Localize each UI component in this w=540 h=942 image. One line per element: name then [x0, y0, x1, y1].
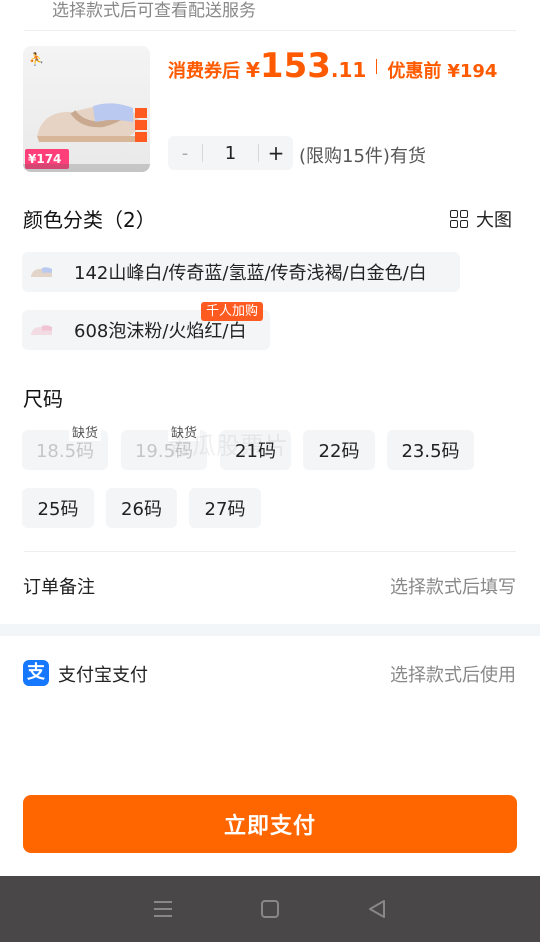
order-note-label: 订单备注 [23, 577, 95, 598]
sandal-image [37, 103, 139, 142]
color-option-label: 142山峰白/传奇蓝/氢蓝/传奇浅褐/白金色/白 [74, 263, 427, 284]
size-option[interactable]: 27码 [189, 488, 261, 528]
size-option[interactable]: 22码 [303, 430, 375, 470]
hot-badge: 千人加购 [201, 302, 264, 321]
color-swatch-icon [22, 310, 62, 350]
original-price: ¥194 [447, 61, 498, 82]
back-icon[interactable] [362, 894, 392, 924]
price-line: 消费券后 ¥ 153 .11 优惠前 ¥194 [168, 46, 497, 86]
thumb-footer [23, 164, 150, 172]
decrease-button[interactable]: - [168, 143, 202, 164]
promo-badges [135, 108, 147, 144]
size-option[interactable]: 25码 [22, 488, 94, 528]
pay-now-button[interactable]: 立即支付 [23, 795, 517, 853]
payment-method-value[interactable]: 选择款式后使用 [390, 661, 516, 687]
price-label: 消费券后 [168, 61, 240, 82]
size-option[interactable]: 23.5码 [387, 430, 474, 470]
big-view-label: 大图 [476, 210, 512, 231]
alipay-icon: 支 [23, 660, 49, 686]
product-thumbnail[interactable]: ⛹ ¥174 [23, 46, 150, 172]
quantity-stepper[interactable]: - 1 + [168, 136, 293, 170]
big-view-button[interactable]: 大图 [450, 206, 512, 232]
original-price-label: 优惠前 [387, 61, 442, 82]
stock-status: (限购15件)有货 [299, 146, 426, 167]
color-section-title: 颜色分类（2） [23, 208, 156, 232]
currency-symbol: ¥ [246, 58, 260, 82]
increase-button[interactable]: + [259, 141, 293, 165]
system-nav-bar [0, 876, 540, 942]
size-label: 22码 [318, 441, 360, 462]
price-separator [376, 58, 378, 74]
jordan-logo-icon: ⛹ [29, 52, 44, 66]
price-integer: 153 [259, 46, 331, 86]
size-label: 27码 [204, 499, 246, 520]
size-label: 26码 [121, 499, 162, 520]
delivery-hint: 选择款式后可查看配送服务 [52, 1, 256, 21]
menu-icon[interactable] [148, 894, 178, 924]
size-label: 23.5码 [401, 441, 460, 462]
order-note-field[interactable]: 选择款式后填写 [390, 573, 516, 599]
size-label: 25码 [37, 499, 79, 520]
watermark: 青瓜股票片 [168, 432, 288, 460]
divider [24, 30, 516, 31]
color-swatch-icon [22, 252, 62, 292]
color-option[interactable]: 142山峰白/传奇蓝/氢蓝/传奇浅褐/白金色/白 [22, 252, 460, 292]
size-option[interactable]: 26码 [106, 488, 177, 528]
divider [24, 551, 516, 552]
price-decimal: .11 [330, 58, 367, 82]
out-of-stock-tag: 缺货 [69, 422, 102, 441]
quantity-value[interactable]: 1 [203, 143, 258, 164]
grid-view-icon [450, 210, 468, 228]
home-icon[interactable] [255, 894, 285, 924]
section-separator [0, 624, 540, 636]
size-section-title: 尺码 [23, 387, 63, 411]
payment-method-label[interactable]: 支付宝支付 [58, 661, 148, 687]
